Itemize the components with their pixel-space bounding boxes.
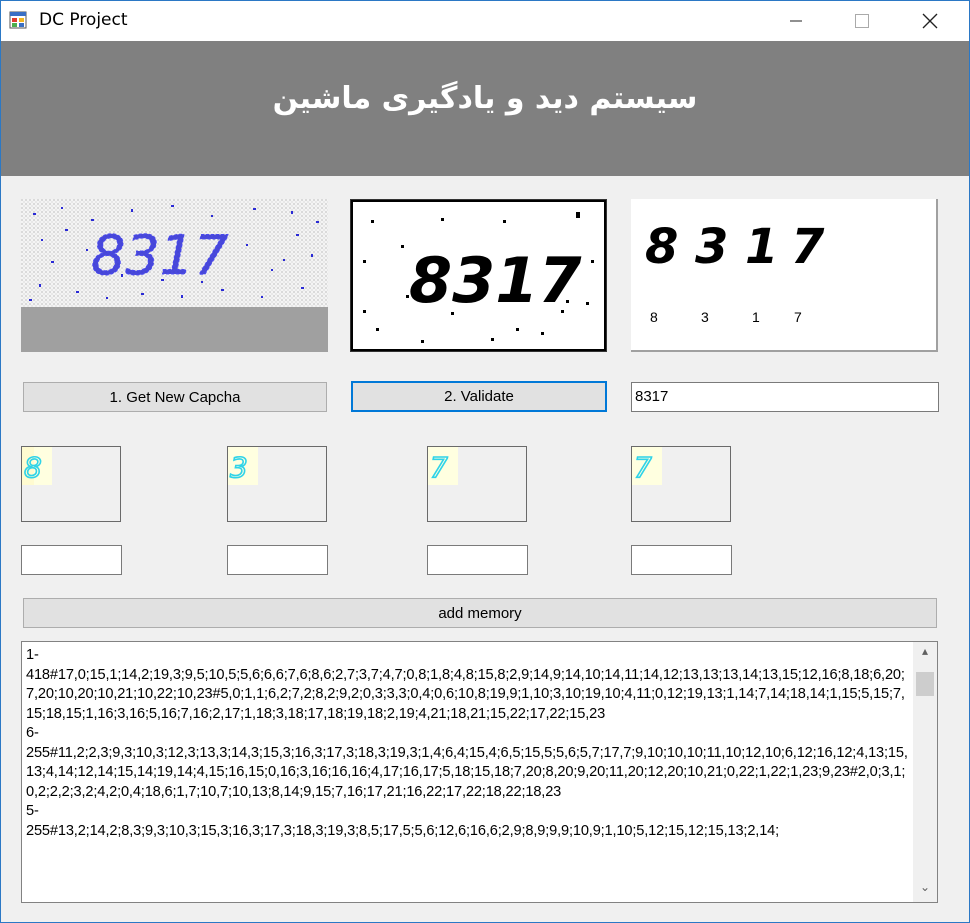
scroll-up-icon[interactable]: ▴	[913, 644, 937, 664]
header-title: سیستم دید و یادگیری ماشین	[272, 81, 698, 116]
result-field[interactable]: 8317	[631, 382, 939, 412]
cleaned-text: 8317	[409, 244, 582, 317]
segmented-label-3: 1	[752, 309, 760, 325]
memory-textarea[interactable]: 1- 418#17,0;15,1;14,2;19,3;9,5;10,5;5,6;…	[21, 641, 938, 903]
digit-preview-4: 7	[631, 446, 731, 522]
digit-thumb-2: 3	[228, 447, 258, 485]
digit-thumb-3: 7	[428, 447, 458, 485]
title-bar: DC Project	[1, 1, 969, 41]
memory-text: 1- 418#17,0;15,1;14,2;19,3;9,5;10,5;5,6;…	[26, 647, 908, 839]
digit-preview-2: 3	[227, 446, 327, 522]
digit-preview-3: 7	[427, 446, 527, 522]
memory-scrollbar[interactable]: ▴ ⌄	[913, 642, 937, 902]
segmented-digit-2: 3	[695, 219, 729, 275]
svg-text:7: 7	[430, 451, 448, 484]
segmented-label-2: 3	[701, 309, 709, 325]
cleaned-image: 8317	[351, 200, 606, 351]
maximize-icon	[855, 14, 869, 28]
digit-input-4[interactable]	[631, 545, 732, 575]
app-icon	[9, 11, 27, 29]
close-button[interactable]	[907, 1, 953, 41]
scroll-down-icon[interactable]: ⌄	[913, 880, 937, 900]
get-new-captcha-button[interactable]: 1. Get New Capcha	[23, 382, 327, 412]
minimize-icon	[790, 20, 802, 22]
captcha-image-panel: 8317	[21, 199, 328, 352]
digit-thumb-4: 7	[632, 447, 662, 485]
svg-text:3: 3	[230, 451, 248, 484]
svg-text:8: 8	[24, 451, 42, 484]
segmented-digit-4: 7	[791, 219, 825, 275]
segmented-digit-3: 1	[745, 219, 779, 275]
digit-preview-1: 8	[21, 446, 121, 522]
maximize-button[interactable]	[839, 1, 885, 41]
app-window: DC Project سیستم دید و یادگیری ماشین 831…	[0, 0, 970, 923]
segmented-label-4: 7	[794, 309, 802, 325]
close-icon	[922, 13, 938, 29]
segmented-panel: 8 3 1 7 8 3 1 7	[631, 199, 938, 352]
digit-input-1[interactable]	[21, 545, 122, 575]
digit-input-3[interactable]	[427, 545, 528, 575]
digit-input-2[interactable]	[227, 545, 328, 575]
segmented-label-1: 8	[650, 309, 658, 325]
captcha-image: 8317	[21, 199, 328, 307]
captcha-text: 8317	[91, 224, 228, 287]
header-banner: سیستم دید و یادگیری ماشین	[1, 41, 969, 176]
scroll-thumb[interactable]	[916, 672, 934, 696]
minimize-button[interactable]	[773, 1, 819, 41]
svg-text:7: 7	[634, 451, 652, 484]
digit-thumb-1: 8	[22, 447, 52, 485]
cleaned-image-panel: 8317	[350, 199, 607, 352]
window-title: DC Project	[39, 10, 128, 30]
segmented-digit-1: 8	[645, 219, 679, 275]
validate-button[interactable]: 2. Validate	[351, 381, 607, 412]
add-memory-button[interactable]: add memory	[23, 598, 937, 628]
